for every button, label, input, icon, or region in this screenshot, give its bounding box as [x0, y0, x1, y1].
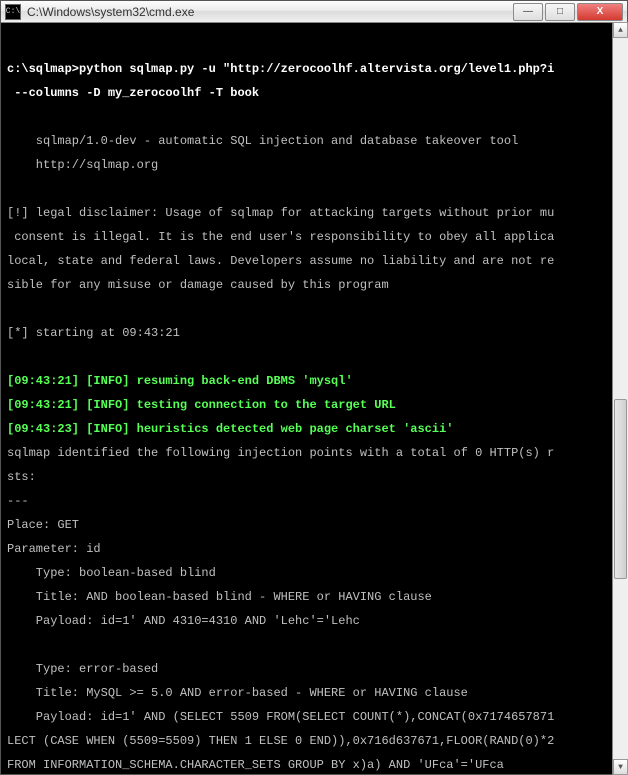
command-line: c:\sqlmap>python sqlmap.py -u "http://ze… [7, 63, 621, 75]
window-controls: — □ X [511, 3, 623, 21]
line [7, 639, 621, 651]
text: LECT (CASE WHEN (5509=5509) THEN 1 ELSE … [7, 735, 621, 747]
legal: local, state and federal laws. Developer… [7, 255, 621, 267]
close-button[interactable]: X [577, 3, 623, 21]
text: Title: MySQL >= 5.0 AND error-based - WH… [7, 687, 621, 699]
cmd-window: C:\ C:\Windows\system32\cmd.exe — □ X c:… [0, 0, 628, 775]
log-info: [09:43:23] [INFO] heuristics detected we… [7, 423, 621, 435]
line [7, 39, 621, 51]
text: Title: AND boolean-based blind - WHERE o… [7, 591, 621, 603]
text: Payload: id=1' AND 4310=4310 AND 'Lehc'=… [7, 615, 621, 627]
text: Parameter: id [7, 543, 621, 555]
scroll-thumb[interactable] [614, 399, 627, 579]
text: FROM INFORMATION_SCHEMA.CHARACTER_SETS G… [7, 759, 621, 771]
cmd-icon: C:\ [5, 4, 21, 20]
banner: http://sqlmap.org [7, 159, 621, 171]
scrollbar[interactable]: ▲ ▼ [612, 22, 628, 775]
terminal-output[interactable]: c:\sqlmap>python sqlmap.py -u "http://ze… [1, 23, 627, 774]
text: Place: GET [7, 519, 621, 531]
text: Type: boolean-based blind [7, 567, 621, 579]
text: sqlmap identified the following injectio… [7, 447, 621, 459]
text: Payload: id=1' AND (SELECT 5509 FROM(SEL… [7, 711, 621, 723]
scroll-down-icon[interactable]: ▼ [613, 759, 628, 775]
command-line: --columns -D my_zerocoolhf -T book [7, 87, 621, 99]
text: Type: error-based [7, 663, 621, 675]
maximize-button[interactable]: □ [545, 3, 575, 21]
line [7, 183, 621, 195]
legal: [!] legal disclaimer: Usage of sqlmap fo… [7, 207, 621, 219]
line [7, 351, 621, 363]
legal: sible for any misuse or damage caused by… [7, 279, 621, 291]
minimize-button[interactable]: — [513, 3, 543, 21]
log-info: [09:43:21] [INFO] testing connection to … [7, 399, 621, 411]
window-title: C:\Windows\system32\cmd.exe [27, 5, 511, 19]
text: --- [7, 495, 621, 507]
banner: sqlmap/1.0-dev - automatic SQL injection… [7, 135, 621, 147]
titlebar[interactable]: C:\ C:\Windows\system32\cmd.exe — □ X [1, 1, 627, 23]
start: [*] starting at 09:43:21 [7, 327, 621, 339]
text: sts: [7, 471, 621, 483]
scroll-track[interactable] [613, 38, 628, 759]
log-info: [09:43:21] [INFO] resuming back-end DBMS… [7, 375, 621, 387]
line [7, 111, 621, 123]
legal: consent is illegal. It is the end user's… [7, 231, 621, 243]
scroll-up-icon[interactable]: ▲ [613, 22, 628, 38]
line [7, 303, 621, 315]
